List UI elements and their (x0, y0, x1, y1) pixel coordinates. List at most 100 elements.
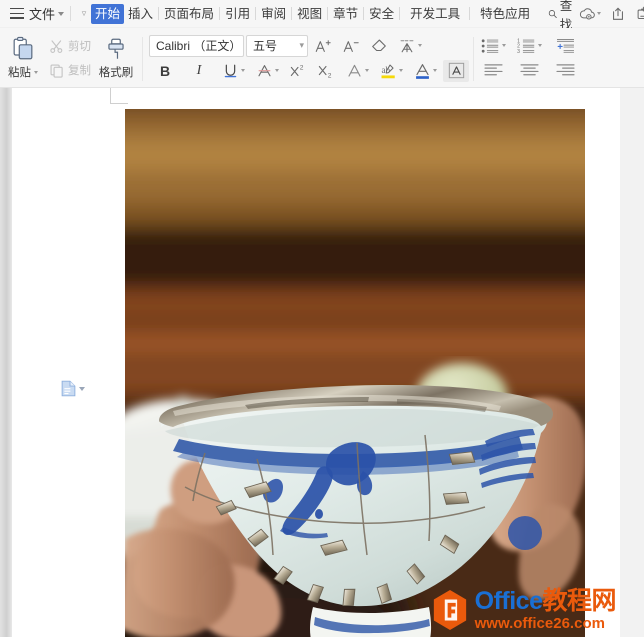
tab-section[interactable]: 章节 (329, 4, 362, 24)
collaborate-icon[interactable] (633, 3, 644, 25)
subscript-icon: 2 (318, 65, 332, 79)
paste-label: 粘贴 (8, 64, 38, 80)
superscript-button[interactable]: 2 (285, 60, 311, 82)
cut-label: 剪切 (68, 41, 91, 53)
shrink-font-icon (343, 40, 359, 52)
tab-references[interactable]: 引用 (221, 4, 254, 24)
chevron-down-icon[interactable] (418, 44, 422, 47)
chevron-down-icon[interactable] (596, 12, 601, 15)
font-color-icon (415, 63, 429, 79)
divider (219, 7, 221, 20)
cloud-sync-icon[interactable] (577, 3, 603, 25)
chevron-down-icon[interactable] (432, 69, 437, 72)
paste-options-icon (61, 380, 76, 397)
strikethrough-button[interactable] (251, 60, 283, 82)
underline-button[interactable] (217, 60, 249, 82)
pinyin-guide-button[interactable] (394, 35, 426, 57)
cut-copy-stack: 剪切 复制 (46, 30, 94, 86)
align-row (478, 60, 580, 82)
share-icon[interactable] (605, 3, 631, 25)
paste-options-smart-tag[interactable] (61, 380, 85, 397)
font-size-value: 五号 (253, 39, 278, 53)
copy-icon (50, 64, 63, 78)
copy-button[interactable]: 复制 (46, 60, 94, 80)
menu-bar: 文件 ▿ 开始 插入 页面布局 引用 审阅 视图 章节 安全 开发工具 特色应用 (0, 0, 644, 32)
office-hexagon-logo-icon (433, 590, 466, 630)
font-row-bottom: B I 2 2 ab (149, 59, 469, 82)
text-effects-button[interactable] (341, 60, 373, 82)
numbered-list-icon: 1 2 3 (517, 38, 534, 54)
tab-review[interactable]: 审阅 (257, 4, 290, 24)
superscript-icon: 2 (290, 64, 304, 76)
font-size-combo[interactable]: 五号 ▾ (246, 34, 308, 57)
format-painter-button[interactable]: 格式刷 (94, 30, 138, 86)
svg-text:2: 2 (300, 64, 304, 71)
format-painter-label: 格式刷 (98, 67, 134, 79)
align-left-button[interactable] (478, 60, 508, 82)
left-pane-edge[interactable] (0, 88, 12, 637)
font-name-combo[interactable]: Calibri （正文） ▾ (149, 34, 252, 57)
document-page[interactable]: Office教程网 www.office26.com (12, 88, 620, 637)
document-area[interactable]: Office教程网 www.office26.com (0, 88, 644, 637)
format-painter-icon (108, 38, 124, 59)
cut-button[interactable]: 剪切 (46, 36, 94, 56)
file-menu-button[interactable]: 文件 (29, 4, 55, 23)
divider (399, 7, 401, 20)
divider (158, 7, 160, 20)
chevron-down-icon[interactable] (34, 70, 38, 74)
chevron-down-icon[interactable]: ▾ (293, 40, 304, 51)
chevron-down-icon[interactable] (501, 44, 506, 47)
clear-formatting-button[interactable] (366, 35, 392, 57)
font-color-button[interactable] (409, 60, 441, 82)
watermark-title-cn: 教程网 (542, 587, 616, 615)
font-row-top: Calibri （正文） ▾ 五号 ▾ (149, 34, 469, 57)
align-center-button[interactable] (514, 60, 544, 82)
subscript-button[interactable]: 2 (313, 60, 339, 82)
svg-text:3: 3 (517, 48, 520, 53)
bold-button[interactable]: B (149, 60, 181, 82)
pinyin-guide-icon (400, 39, 414, 52)
bullet-list-button[interactable] (478, 35, 508, 57)
watermark-title-en: Office (474, 587, 543, 615)
highlight-color-button[interactable]: ab (375, 60, 407, 82)
chevron-down-icon[interactable] (79, 386, 85, 391)
chevron-down-icon[interactable] (398, 69, 403, 72)
porcelain-bowl-photo[interactable] (125, 109, 585, 637)
align-right-button[interactable] (550, 60, 580, 82)
grow-font-button[interactable] (310, 35, 336, 57)
chevron-down-icon[interactable] (364, 69, 369, 72)
quick-access-caret-icon[interactable]: ▿ (77, 5, 91, 23)
align-right-icon (555, 64, 575, 76)
character-border-button[interactable] (443, 59, 469, 82)
align-left-icon (483, 64, 503, 76)
paste-button[interactable]: 粘贴 (0, 30, 46, 86)
tab-view[interactable]: 视图 (293, 4, 326, 24)
page-margin-marker (110, 88, 128, 104)
divider (473, 36, 474, 81)
shrink-font-button[interactable] (338, 35, 364, 57)
tab-featured-apps[interactable]: 特色应用 (476, 4, 534, 24)
font-name-value: Calibri （正文） (156, 39, 242, 53)
font-group: Calibri （正文） ▾ 五号 ▾ (147, 30, 469, 86)
italic-button[interactable]: I (183, 60, 215, 82)
tab-developer-tools[interactable]: 开发工具 (406, 4, 464, 24)
divider (363, 7, 365, 20)
character-border-icon (448, 62, 464, 79)
tab-insert[interactable]: 插入 (124, 4, 157, 24)
chevron-down-icon[interactable] (537, 44, 542, 47)
chevron-down-icon[interactable] (240, 69, 245, 72)
chevron-down-icon[interactable] (274, 69, 279, 72)
divider (469, 7, 471, 20)
list-row: 1 2 3 (478, 35, 580, 57)
copy-label: 复制 (68, 65, 91, 77)
tab-page-layout[interactable]: 页面布局 (160, 4, 218, 24)
chevron-down-icon[interactable] (58, 12, 65, 16)
watermark-url: www.office26.com (474, 615, 605, 632)
numbered-list-button[interactable]: 1 2 3 (514, 35, 544, 57)
hamburger-menu-icon[interactable] (10, 8, 24, 19)
tab-security[interactable]: 安全 (365, 4, 398, 24)
watermark-text: Office教程网 www.office26.com (474, 587, 617, 632)
multilevel-list-button[interactable] (550, 35, 580, 57)
divider (70, 6, 72, 21)
tab-start[interactable]: 开始 (91, 3, 125, 24)
